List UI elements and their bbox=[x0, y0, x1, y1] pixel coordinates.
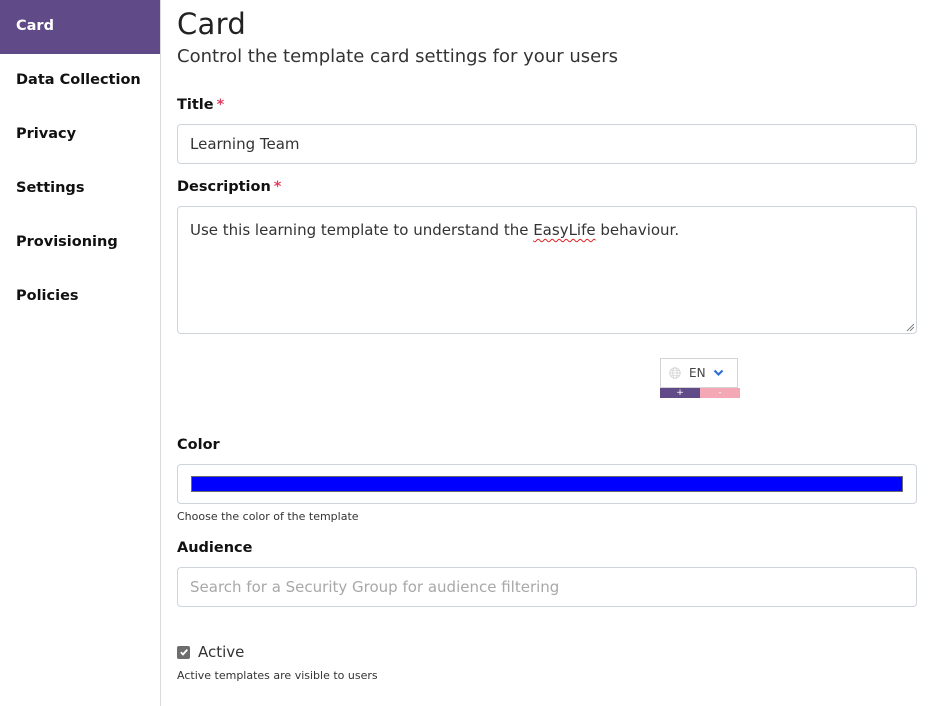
page-subtitle: Control the template card settings for y… bbox=[177, 46, 618, 67]
checkmark-icon bbox=[179, 648, 188, 656]
audience-search-input[interactable]: Search for a Security Group for audience… bbox=[177, 567, 917, 607]
active-label: Active bbox=[198, 643, 245, 661]
language-dropdown[interactable]: EN bbox=[660, 358, 738, 388]
color-swatch[interactable] bbox=[191, 476, 903, 492]
resize-grip-icon[interactable] bbox=[906, 323, 914, 331]
description-label: Description * bbox=[177, 177, 281, 197]
main-content: Card Control the template card settings … bbox=[177, 0, 917, 68]
audience-label: Audience bbox=[177, 540, 253, 556]
misspelled-word: EasyLife bbox=[533, 221, 596, 239]
required-mark: * bbox=[216, 97, 225, 113]
description-textarea[interactable]: Use this learning template to understand… bbox=[177, 206, 917, 334]
sidebar-item-data-collection[interactable]: Data Collection bbox=[0, 54, 160, 108]
sidebar-item-settings[interactable]: Settings bbox=[0, 162, 160, 216]
sidebar-item-card[interactable]: Card bbox=[0, 0, 160, 54]
globe-icon bbox=[669, 367, 681, 379]
title-label: Title * bbox=[177, 95, 224, 115]
active-help-text: Active templates are visible to users bbox=[177, 669, 378, 682]
title-label-text: Title bbox=[177, 97, 214, 113]
required-mark: * bbox=[273, 179, 282, 195]
title-input[interactable]: Learning Team bbox=[177, 124, 917, 164]
description-text-end: behaviour. bbox=[595, 221, 680, 239]
chevron-down-icon bbox=[713, 369, 724, 377]
page-title: Card bbox=[177, 7, 247, 41]
remove-language-button[interactable]: - bbox=[700, 388, 740, 398]
sidebar-item-policies[interactable]: Policies bbox=[0, 270, 160, 324]
sidebar: Card Data Collection Privacy Settings Pr… bbox=[0, 0, 161, 706]
active-checkbox[interactable] bbox=[177, 645, 190, 659]
language-selector: EN + - bbox=[660, 358, 740, 398]
add-language-button[interactable]: + bbox=[660, 388, 700, 398]
description-label-text: Description bbox=[177, 179, 271, 195]
color-help-text: Choose the color of the template bbox=[177, 510, 359, 523]
sidebar-item-provisioning[interactable]: Provisioning bbox=[0, 216, 160, 270]
description-text: Use this learning template to understand… bbox=[190, 221, 534, 239]
color-picker[interactable] bbox=[177, 464, 917, 504]
sidebar-item-privacy[interactable]: Privacy bbox=[0, 108, 160, 162]
language-code: EN bbox=[689, 366, 706, 380]
color-label: Color bbox=[177, 437, 220, 453]
active-checkbox-row[interactable]: Active bbox=[177, 643, 244, 661]
